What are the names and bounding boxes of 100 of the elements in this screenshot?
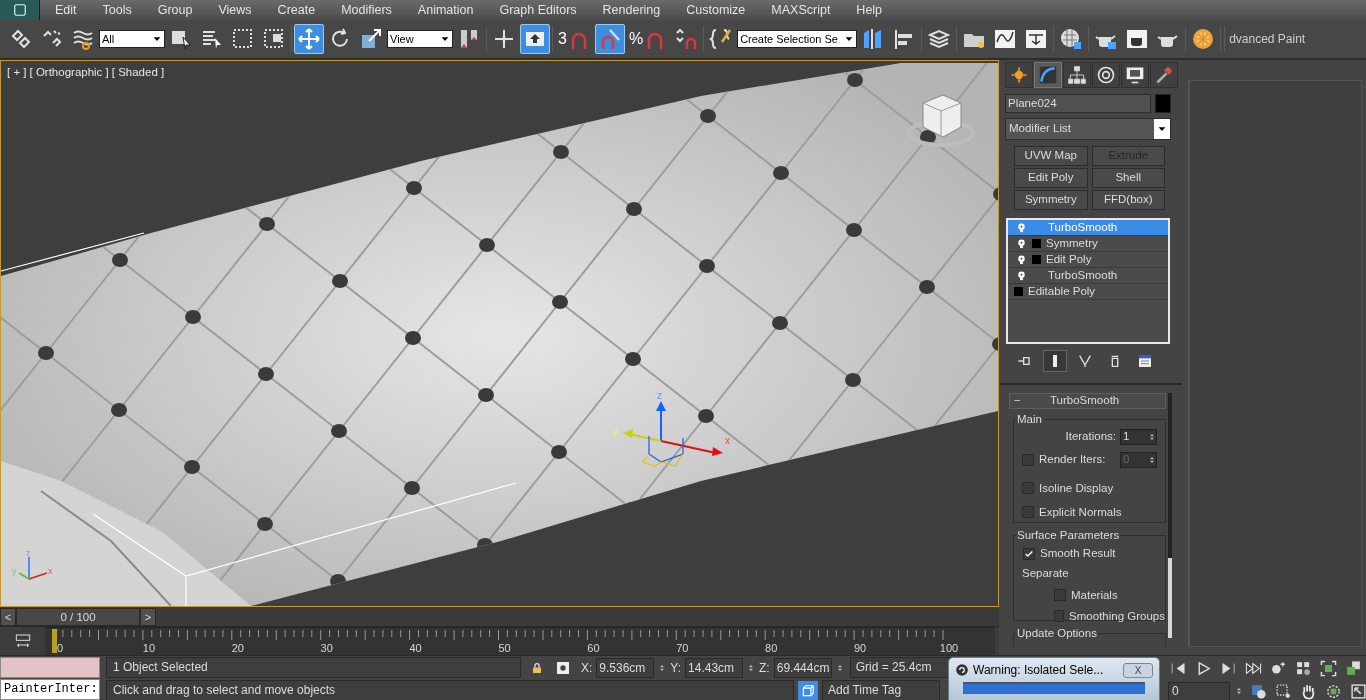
- move-arrows-icon: [297, 27, 321, 51]
- modifier-button[interactable]: Edit Poly: [1014, 168, 1088, 188]
- maximize-button[interactable]: [1348, 681, 1366, 700]
- panel-tab[interactable]: [1121, 62, 1149, 88]
- checkbox[interactable]: [1022, 482, 1034, 495]
- target-circle-icon: [1096, 65, 1116, 85]
- expand-toggle[interactable]: [1032, 255, 1041, 264]
- menu-item[interactable]: Rendering: [602, 0, 661, 20]
- transform-gizmo[interactable]: [623, 401, 723, 467]
- zoom-extents-button[interactable]: [1318, 658, 1338, 678]
- checkbox[interactable]: [1023, 547, 1035, 560]
- iterations-spinner[interactable]: 1: [1120, 428, 1157, 445]
- percent-snap-button[interactable]: %: [625, 24, 671, 54]
- window-crossing-icon: [262, 27, 286, 51]
- move-button[interactable]: [294, 24, 324, 54]
- viewport-label[interactable]: [ + ]: [7, 64, 27, 82]
- viewport[interactable]: [ + ] [ Orthographic ] [ Shaded ] z y x z y x: [0, 60, 999, 607]
- checkbox-label: Smoothing Groups: [1069, 608, 1165, 624]
- checkbox[interactable]: [1054, 610, 1065, 623]
- add-time-tag-field[interactable]: Add Time Tag: [822, 680, 940, 700]
- coordinate-field[interactable]: 14.43cm: [685, 657, 744, 678]
- checkbox-label: Materials: [1071, 587, 1118, 603]
- stack-item[interactable]: Editable Poly: [1008, 284, 1168, 300]
- region-zoom-button[interactable]: [1273, 681, 1293, 700]
- lightbulb-icon: [1016, 221, 1027, 234]
- next-frame-button[interactable]: >: [140, 607, 156, 626]
- checkbox[interactable]: [1054, 589, 1066, 602]
- modifier-button[interactable]: Symmetry: [1014, 190, 1088, 210]
- menu-item[interactable]: Animation: [417, 0, 474, 20]
- stack-item[interactable]: TurboSmooth: [1008, 268, 1168, 284]
- panel-tab[interactable]: [1034, 62, 1062, 88]
- menu-item[interactable]: Graph Editors: [499, 0, 577, 20]
- panel-tab[interactable]: [1092, 62, 1120, 88]
- panel-tab[interactable]: [1063, 62, 1091, 88]
- modifier-button[interactable]: Shell: [1091, 168, 1165, 188]
- viewport-label[interactable]: [ Orthographic ]: [29, 64, 109, 82]
- section-label: Separate: [1021, 566, 1070, 582]
- checkbox[interactable]: [1022, 506, 1034, 519]
- stack-item[interactable]: TurboSmooth: [1008, 220, 1168, 236]
- warning-dialog[interactable]: Warning: Isolated Sele... X: [948, 657, 1160, 700]
- modifier-stack[interactable]: TurboSmooth Symmetry Edit Poly TurboSmooth Editable Poly: [1006, 218, 1170, 344]
- dropdown[interactable]: Create Selection Se: [737, 30, 858, 48]
- app-logo-icon[interactable]: [0, 0, 40, 20]
- teapot-frame-icon: [1125, 27, 1150, 51]
- menu-item[interactable]: Customize: [686, 0, 746, 20]
- panel-tab[interactable]: [1150, 62, 1178, 88]
- spinner-magnet-icon: [674, 27, 699, 51]
- scale-icon: [359, 27, 383, 51]
- rollout-header[interactable]: − TurboSmooth: [1009, 393, 1166, 409]
- time-tag-toggle[interactable]: [798, 680, 818, 700]
- expand-toggle[interactable]: [1032, 239, 1041, 248]
- panel-scrollbar[interactable]: [1168, 393, 1172, 638]
- stack-item[interactable]: Symmetry: [1008, 236, 1168, 252]
- previous-frame-button[interactable]: <: [0, 607, 16, 626]
- render-iters-checkbox[interactable]: [1022, 453, 1034, 466]
- menu-item[interactable]: Help: [856, 0, 883, 20]
- dropdown[interactable]: All: [99, 30, 165, 48]
- citrus-icon: [1191, 27, 1216, 51]
- stack-tool-button[interactable]: [1043, 350, 1067, 372]
- menu-item[interactable]: Group: [157, 0, 193, 20]
- menu-item[interactable]: Views: [218, 0, 252, 20]
- expand-toggle[interactable]: [1014, 287, 1023, 296]
- object-name-field[interactable]: Plane024: [1005, 94, 1151, 113]
- modifier-button[interactable]: FFD(box): [1091, 190, 1165, 210]
- panel-tab[interactable]: [1005, 62, 1033, 88]
- modifier-list-dropdown[interactable]: Modifier List: [1005, 118, 1171, 140]
- menu-item[interactable]: Modifiers: [341, 0, 392, 20]
- object-color-swatch[interactable]: [1155, 94, 1171, 113]
- angle-snap-button[interactable]: [594, 24, 625, 54]
- frame-number: 20: [231, 641, 244, 656]
- workspace-button[interactable]: dvanced Paint: [1227, 30, 1308, 48]
- time-slider[interactable]: < 0 / 100 >: [0, 607, 999, 627]
- axis-label: x: [48, 566, 53, 576]
- view-cube[interactable]: [907, 94, 975, 147]
- absolute-mode-icon: [555, 659, 571, 676]
- dropdown-arrow-icon: [440, 34, 450, 44]
- menu-item[interactable]: Edit: [55, 0, 77, 20]
- close-button[interactable]: X: [1123, 662, 1153, 678]
- viewport-label[interactable]: [ Shaded ]: [111, 64, 165, 82]
- modifier-button[interactable]: UVW Map: [1014, 146, 1088, 166]
- axis-label: y: [613, 426, 618, 437]
- menu-item[interactable]: Tools: [102, 0, 132, 20]
- time-slider-thumb[interactable]: 0 / 100: [16, 607, 140, 626]
- time-configuration-icon: [1249, 682, 1267, 700]
- menu-item[interactable]: Create: [277, 0, 316, 20]
- dropdown[interactable]: View: [387, 30, 453, 48]
- dashed-rectangle-icon: [231, 27, 255, 51]
- keyboard-override-button[interactable]: [520, 24, 550, 54]
- curve-icon: [1038, 65, 1058, 85]
- coordinate-label: Z:: [759, 659, 770, 677]
- menu-item[interactable]: MAXScript: [771, 0, 831, 20]
- dropdown-arrow-icon: [152, 34, 162, 44]
- coordinate-field[interactable]: 69.444cm: [773, 657, 832, 678]
- current-frame-field[interactable]: 0: [1168, 681, 1230, 700]
- frame-number: 30: [320, 641, 333, 656]
- coordinate-field[interactable]: 9.536cm: [596, 657, 655, 678]
- stack-item[interactable]: Edit Poly: [1008, 252, 1168, 268]
- snap-button[interactable]: 3: [555, 24, 594, 54]
- listener-input[interactable]: PainterInter:: [0, 679, 100, 700]
- listener-field[interactable]: [0, 657, 100, 678]
